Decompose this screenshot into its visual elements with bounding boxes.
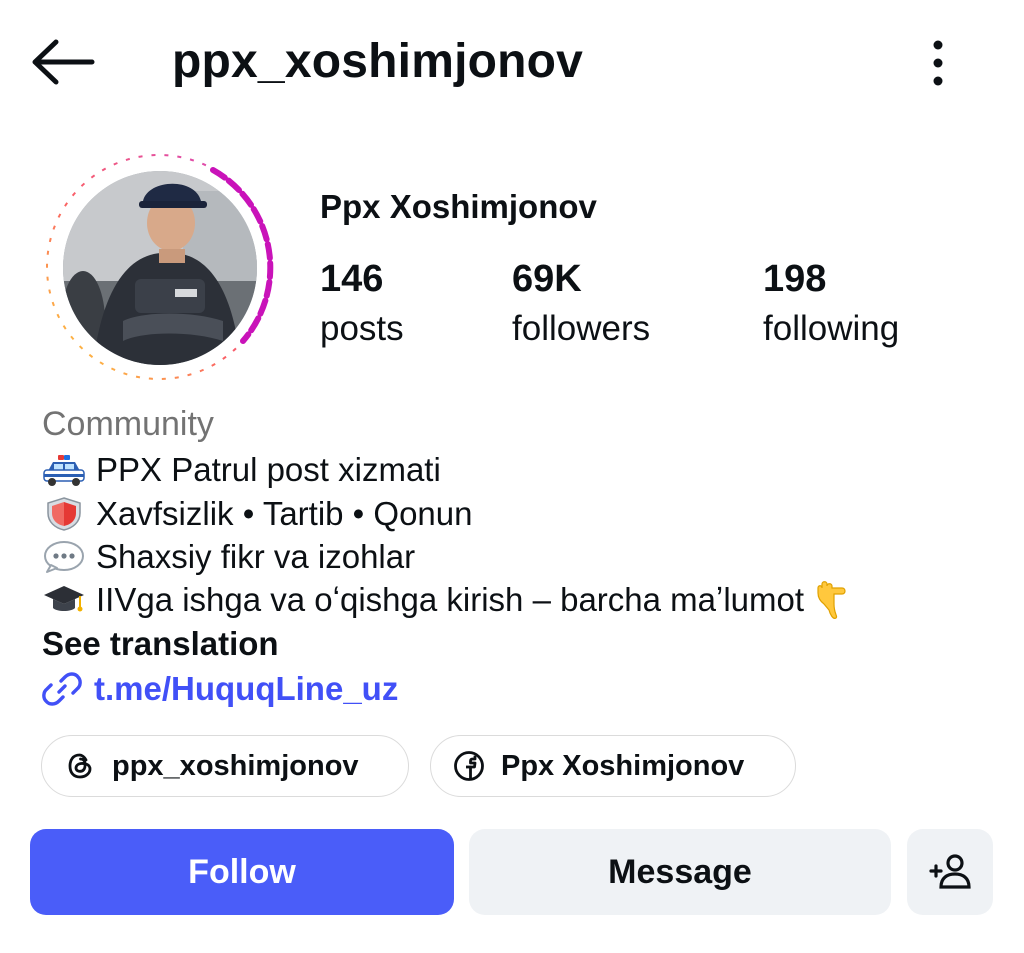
threads-profile-chip[interactable]: ppx_xoshimjonov: [41, 735, 409, 797]
graduation-cap-icon: [44, 586, 84, 612]
bio-line-text: IIVga ishga va oʻqishga kirish – barcha …: [96, 581, 805, 618]
add-person-icon: [929, 854, 971, 889]
bio-link-text: t.me/HuquqLine_uz: [94, 670, 399, 707]
police-car-icon: [43, 455, 85, 486]
followers-count: 69K: [512, 258, 582, 300]
facebook-chip-label: Ppx Xoshimjonov: [501, 749, 745, 782]
link-icon: [42, 672, 82, 706]
shield-icon: [47, 497, 81, 531]
facebook-icon: [454, 751, 484, 781]
display-name: Ppx Xoshimjonov: [320, 188, 597, 225]
bio-link[interactable]: t.me/HuquqLine_uz: [42, 666, 398, 712]
back-arrow-icon: [32, 39, 95, 85]
bio-line-text: PPX Patrul post xizmati: [96, 451, 441, 488]
profile-photo: [63, 171, 257, 365]
posts-label: posts: [320, 309, 404, 348]
bio-line: Shaxsiy fikr va izohlar: [42, 535, 415, 579]
bio-line: Xavfsizlik • Tartib • Qonun: [42, 492, 473, 536]
threads-chip-label: ppx_xoshimjonov: [112, 749, 359, 782]
back-button[interactable]: [30, 38, 96, 86]
suggested-accounts-button[interactable]: [907, 829, 993, 915]
bio-line: IIVga ishga va oʻqishga kirish – barcha …: [42, 578, 852, 622]
facebook-profile-chip[interactable]: Ppx Xoshimjonov: [430, 735, 796, 797]
following-label: following: [763, 309, 900, 348]
posts-count: 146: [320, 258, 384, 300]
speech-bubble-icon: [44, 541, 84, 573]
profile-username: ppx_xoshimjonov: [172, 35, 584, 88]
followers-stat[interactable]: 69K followers: [512, 254, 650, 354]
avatar[interactable]: [63, 171, 257, 365]
threads-icon: [68, 753, 92, 779]
bio-line-text: Shaxsiy fikr va izohlar: [96, 538, 416, 575]
following-stat[interactable]: 198 following: [763, 254, 899, 354]
bio-line-text: Xavfsizlik • Tartib • Qonun: [96, 495, 473, 532]
following-count: 198: [763, 258, 827, 300]
more-options-button[interactable]: [918, 36, 958, 90]
profile-category: Community: [42, 405, 214, 443]
message-button[interactable]: Message: [469, 829, 891, 915]
more-vertical-icon: [933, 40, 943, 86]
bio-line: PPX Patrul post xizmati: [42, 448, 441, 492]
pointing-down-hand-icon: [817, 581, 846, 619]
posts-stat[interactable]: 146 posts: [320, 254, 404, 354]
follow-button[interactable]: Follow: [30, 829, 454, 915]
see-translation-link[interactable]: See translation: [42, 622, 279, 666]
followers-label: followers: [512, 309, 651, 348]
